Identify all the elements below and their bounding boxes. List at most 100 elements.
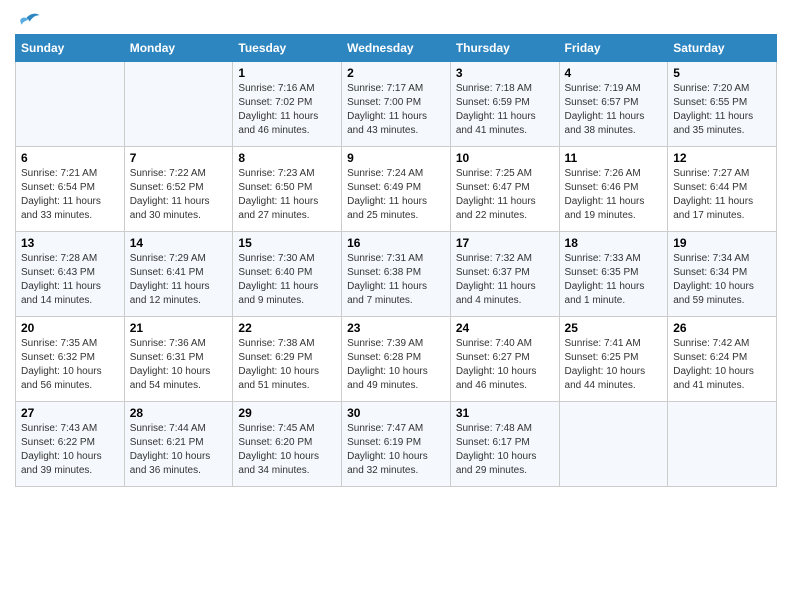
day-info: Sunrise: 7:43 AMSunset: 6:22 PMDaylight:… xyxy=(21,422,119,478)
calendar-cell: 15 Sunrise: 7:30 AMSunset: 6:40 PMDayligh… xyxy=(233,232,342,317)
day-info: Sunrise: 7:38 AMSunset: 6:29 PMDaylight:… xyxy=(238,337,336,393)
day-info: Sunrise: 7:41 AMSunset: 6:25 PMDaylight:… xyxy=(565,337,663,393)
day-header-tuesday: Tuesday xyxy=(233,35,342,62)
day-number: 19 xyxy=(673,236,771,250)
day-header-wednesday: Wednesday xyxy=(342,35,451,62)
day-info: Sunrise: 7:47 AMSunset: 6:19 PMDaylight:… xyxy=(347,422,445,478)
day-info: Sunrise: 7:16 AMSunset: 7:02 PMDaylight:… xyxy=(238,82,336,138)
calendar-cell: 23 Sunrise: 7:39 AMSunset: 6:28 PMDayligh… xyxy=(342,317,451,402)
day-number: 3 xyxy=(456,66,554,80)
calendar-cell: 29 Sunrise: 7:45 AMSunset: 6:20 PMDayligh… xyxy=(233,402,342,487)
calendar-cell: 26Sunrise: 7:42 AMSunset: 6:24 PMDayligh… xyxy=(668,317,777,402)
day-number: 7 xyxy=(130,151,228,165)
calendar-cell: 20 Sunrise: 7:35 AMSunset: 6:32 PMDayligh… xyxy=(16,317,125,402)
day-info: Sunrise: 7:23 AMSunset: 6:50 PMDaylight:… xyxy=(238,167,336,223)
day-number: 14 xyxy=(130,236,228,250)
day-number: 12 xyxy=(673,151,771,165)
calendar-cell: 9Sunrise: 7:24 AMSunset: 6:49 PMDaylight… xyxy=(342,147,451,232)
calendar-cell: 7Sunrise: 7:22 AMSunset: 6:52 PMDaylight… xyxy=(124,147,233,232)
day-number: 30 xyxy=(347,406,445,420)
calendar-cell: 21 Sunrise: 7:36 AMSunset: 6:31 PMDayligh… xyxy=(124,317,233,402)
calendar-cell: 14 Sunrise: 7:29 AMSunset: 6:41 PMDayligh… xyxy=(124,232,233,317)
day-number: 11 xyxy=(565,151,663,165)
day-number: 1 xyxy=(238,66,336,80)
calendar-cell: 13 Sunrise: 7:28 AMSunset: 6:43 PMDayligh… xyxy=(16,232,125,317)
logo-bird-icon xyxy=(17,10,41,30)
calendar-table: SundayMondayTuesdayWednesdayThursdayFrid… xyxy=(15,34,777,487)
page-header xyxy=(15,10,777,26)
day-number: 24 xyxy=(456,321,554,335)
day-info: Sunrise: 7:36 AMSunset: 6:31 PMDaylight:… xyxy=(130,337,228,393)
calendar-cell: 12 Sunrise: 7:27 AMSunset: 6:44 PMDayligh… xyxy=(668,147,777,232)
day-number: 20 xyxy=(21,321,119,335)
day-info: Sunrise: 7:40 AMSunset: 6:27 PMDaylight:… xyxy=(456,337,554,393)
day-info: Sunrise: 7:29 AMSunset: 6:41 PMDaylight:… xyxy=(130,252,228,308)
day-info: Sunrise: 7:28 AMSunset: 6:43 PMDaylight:… xyxy=(21,252,119,308)
day-info: Sunrise: 7:27 AMSunset: 6:44 PMDaylight:… xyxy=(673,167,771,223)
day-number: 4 xyxy=(565,66,663,80)
day-info: Sunrise: 7:34 AMSunset: 6:34 PMDaylight:… xyxy=(673,252,771,308)
day-info: Sunrise: 7:33 AMSunset: 6:35 PMDaylight:… xyxy=(565,252,663,308)
day-number: 9 xyxy=(347,151,445,165)
day-info: Sunrise: 7:32 AMSunset: 6:37 PMDaylight:… xyxy=(456,252,554,308)
day-number: 23 xyxy=(347,321,445,335)
calendar-cell: 10Sunrise: 7:25 AMSunset: 6:47 PMDayligh… xyxy=(450,147,559,232)
day-info: Sunrise: 7:48 AMSunset: 6:17 PMDaylight:… xyxy=(456,422,554,478)
calendar-cell xyxy=(668,402,777,487)
calendar-cell: 11 Sunrise: 7:26 AMSunset: 6:46 PMDayligh… xyxy=(559,147,668,232)
day-info: Sunrise: 7:19 AMSunset: 6:57 PMDaylight:… xyxy=(565,82,663,138)
day-info: Sunrise: 7:26 AMSunset: 6:46 PMDaylight:… xyxy=(565,167,663,223)
day-number: 22 xyxy=(238,321,336,335)
day-info: Sunrise: 7:31 AMSunset: 6:38 PMDaylight:… xyxy=(347,252,445,308)
day-header-friday: Friday xyxy=(559,35,668,62)
day-number: 27 xyxy=(21,406,119,420)
calendar-cell: 24 Sunrise: 7:40 AMSunset: 6:27 PMDayligh… xyxy=(450,317,559,402)
day-number: 6 xyxy=(21,151,119,165)
day-info: Sunrise: 7:44 AMSunset: 6:21 PMDaylight:… xyxy=(130,422,228,478)
calendar-cell: 16Sunrise: 7:31 AMSunset: 6:38 PMDayligh… xyxy=(342,232,451,317)
logo xyxy=(15,10,41,26)
calendar-cell: 3 Sunrise: 7:18 AMSunset: 6:59 PMDaylight… xyxy=(450,62,559,147)
day-info: Sunrise: 7:42 AMSunset: 6:24 PMDaylight:… xyxy=(673,337,771,393)
day-header-sunday: Sunday xyxy=(16,35,125,62)
day-number: 25 xyxy=(565,321,663,335)
calendar-cell: 28 Sunrise: 7:44 AMSunset: 6:21 PMDayligh… xyxy=(124,402,233,487)
day-number: 21 xyxy=(130,321,228,335)
day-header-saturday: Saturday xyxy=(668,35,777,62)
calendar-cell: 19 Sunrise: 7:34 AMSunset: 6:34 PMDayligh… xyxy=(668,232,777,317)
day-number: 17 xyxy=(456,236,554,250)
calendar-cell: 8 Sunrise: 7:23 AMSunset: 6:50 PMDaylight… xyxy=(233,147,342,232)
day-header-thursday: Thursday xyxy=(450,35,559,62)
calendar-cell: 27 Sunrise: 7:43 AMSunset: 6:22 PMDayligh… xyxy=(16,402,125,487)
calendar-cell: 5 Sunrise: 7:20 AMSunset: 6:55 PMDaylight… xyxy=(668,62,777,147)
day-info: Sunrise: 7:17 AMSunset: 7:00 PMDaylight:… xyxy=(347,82,445,138)
calendar-cell: 30 Sunrise: 7:47 AMSunset: 6:19 PMDayligh… xyxy=(342,402,451,487)
day-info: Sunrise: 7:35 AMSunset: 6:32 PMDaylight:… xyxy=(21,337,119,393)
day-number: 29 xyxy=(238,406,336,420)
calendar-cell: 25 Sunrise: 7:41 AMSunset: 6:25 PMDayligh… xyxy=(559,317,668,402)
calendar-cell: 4 Sunrise: 7:19 AMSunset: 6:57 PMDaylight… xyxy=(559,62,668,147)
calendar-cell: 6Sunrise: 7:21 AMSunset: 6:54 PMDaylight… xyxy=(16,147,125,232)
day-number: 13 xyxy=(21,236,119,250)
day-number: 10 xyxy=(456,151,554,165)
calendar-cell xyxy=(559,402,668,487)
day-number: 15 xyxy=(238,236,336,250)
day-info: Sunrise: 7:45 AMSunset: 6:20 PMDaylight:… xyxy=(238,422,336,478)
calendar-cell: 1 Sunrise: 7:16 AMSunset: 7:02 PMDaylight… xyxy=(233,62,342,147)
day-number: 18 xyxy=(565,236,663,250)
day-info: Sunrise: 7:20 AMSunset: 6:55 PMDaylight:… xyxy=(673,82,771,138)
day-info: Sunrise: 7:18 AMSunset: 6:59 PMDaylight:… xyxy=(456,82,554,138)
day-number: 8 xyxy=(238,151,336,165)
calendar-cell xyxy=(16,62,125,147)
day-header-monday: Monday xyxy=(124,35,233,62)
calendar-cell: 22 Sunrise: 7:38 AMSunset: 6:29 PMDayligh… xyxy=(233,317,342,402)
day-number: 2 xyxy=(347,66,445,80)
calendar-cell: 31 Sunrise: 7:48 AMSunset: 6:17 PMDayligh… xyxy=(450,402,559,487)
day-info: Sunrise: 7:39 AMSunset: 6:28 PMDaylight:… xyxy=(347,337,445,393)
day-number: 28 xyxy=(130,406,228,420)
day-number: 31 xyxy=(456,406,554,420)
day-number: 5 xyxy=(673,66,771,80)
calendar-cell: 2 Sunrise: 7:17 AMSunset: 7:00 PMDaylight… xyxy=(342,62,451,147)
day-info: Sunrise: 7:30 AMSunset: 6:40 PMDaylight:… xyxy=(238,252,336,308)
calendar-cell: 18 Sunrise: 7:33 AMSunset: 6:35 PMDayligh… xyxy=(559,232,668,317)
